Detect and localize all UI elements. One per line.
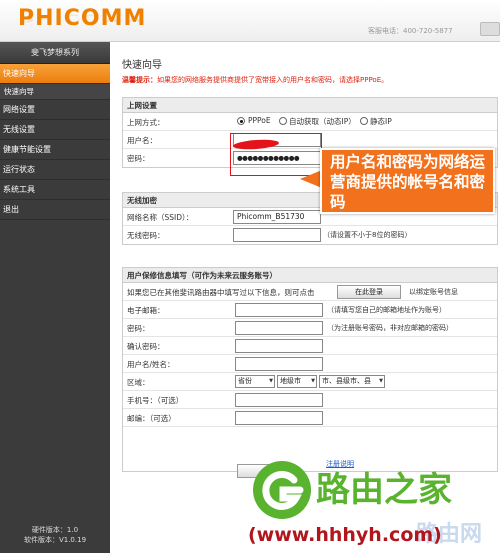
callout-pointer: [300, 170, 322, 188]
sidebar-item-logout[interactable]: 退出: [0, 200, 110, 220]
callout-text: 用户名和密码为网络运营商提供的帐号名和密码: [330, 153, 486, 211]
tip-text: 如果您的网络服务提供商提供了宽带接入的用户名和密码，请选择PPPoE。: [157, 76, 389, 84]
dhcp-label: 自动获取（动态IP）: [289, 117, 356, 126]
cloud-password-input[interactable]: [235, 321, 323, 335]
email-row: 电子邮箱： （请填写您自己的邮箱地址作为账号）: [123, 301, 497, 319]
ssid-input[interactable]: Phicomm_B51730: [233, 210, 321, 224]
zip-input[interactable]: [235, 411, 323, 425]
login-hint-row: 如果您已在其他斐讯路由器中填写过以下信息，则可点击 在此登录 以绑定账号信息: [123, 283, 497, 301]
top-header: PHICOMM PHICOMM 客服电话：400-720-5877: [0, 0, 500, 42]
annotation-callout: 用户名和密码为网络运营商提供的帐号名和密码: [320, 148, 495, 214]
region-row: 区域： 省份 地级市 市、县级市、县: [123, 373, 497, 391]
help-button[interactable]: [480, 22, 500, 36]
tip-message: 温馨提示：如果您的网络服务提供商提供了宽带接入的用户名和密码，请选择PPPoE。: [122, 75, 388, 85]
region-label: 区域：: [127, 378, 150, 387]
sidebar-item-wireless[interactable]: 无线设置: [0, 120, 110, 140]
version-info: 硬件版本：1.0 软件版本：V1.0.19: [0, 525, 110, 545]
name-row: 用户名/姓名：: [123, 355, 497, 373]
confirm-password-input[interactable]: [235, 339, 323, 353]
phicomm-logo-reflection: PHICOMM: [18, 11, 147, 25]
internet-settings-heading: 上网设置: [123, 98, 497, 113]
email-input[interactable]: [235, 303, 323, 317]
cloud-password-label: 密码：: [127, 324, 150, 333]
software-version: 软件版本：V1.0.19: [23, 536, 87, 544]
login-intro: 如果您已在其他斐讯路由器中填写过以下信息，则可点击: [127, 288, 315, 297]
connection-mode-label: 上网方式：: [127, 118, 165, 127]
county-select[interactable]: 市、县级市、县: [319, 375, 385, 388]
phone-row: 手机号：（可选）: [123, 391, 497, 409]
dhcp-radio[interactable]: [279, 117, 287, 125]
province-select[interactable]: 省份: [235, 375, 275, 388]
hotline-text: 客服电话：400-720-5877: [368, 27, 453, 35]
sidebar-item-status[interactable]: 运行状态: [0, 160, 110, 180]
sidebar-item-eco[interactable]: 健康节能设置: [0, 140, 110, 160]
cloud-password-hint: （为注册账号密码，非对应邮箱的密码）: [327, 324, 453, 332]
tip-label: 温馨提示：: [122, 76, 157, 84]
wireless-key-input[interactable]: [233, 228, 321, 242]
wireless-key-hint: （请设置不小于8位的密码）: [323, 231, 412, 239]
phone-label: 手机号：（可选）: [127, 396, 184, 405]
watermark-brand: 路由之家: [316, 470, 452, 510]
name-input[interactable]: [235, 357, 323, 371]
login-here-button[interactable]: 在此登录: [337, 285, 401, 299]
phone-input[interactable]: [235, 393, 323, 407]
email-label: 电子邮箱：: [127, 306, 165, 315]
email-hint: （请填写您自己的邮箱地址作为账号）: [327, 306, 446, 314]
sidebar-title: 斐飞梦想系列: [0, 42, 110, 64]
wireless-key-label: 无线密码：: [127, 231, 165, 240]
username-label: 用户名：: [127, 136, 157, 145]
zip-row: 邮编：（可选）: [123, 409, 497, 427]
static-ip-label: 静态IP: [370, 117, 392, 126]
watermark-logo-icon: [253, 461, 311, 519]
sidebar-item-network[interactable]: 网络设置: [0, 100, 110, 120]
cloud-password-row: 密码： （为注册账号密码，非对应邮箱的密码）: [123, 319, 497, 337]
wireless-key-row: 无线密码： （请设置不小于8位的密码）: [123, 226, 497, 244]
name-label: 用户名/姓名：: [127, 360, 175, 369]
watermark-url: (www.hhhyh.com): [248, 524, 442, 546]
pppoe-radio[interactable]: [237, 117, 245, 125]
ssid-label: 网络名称（SSID）：: [127, 213, 194, 222]
page-title: 快速向导: [122, 60, 162, 71]
confirm-password-label: 确认密码：: [127, 342, 165, 351]
zip-label: 邮编：（可选）: [127, 414, 176, 423]
sidebar-subitem-quick-wizard[interactable]: 快速向导: [0, 84, 110, 100]
static-ip-radio[interactable]: [360, 117, 368, 125]
bind-hint: 以绑定账号信息: [409, 288, 458, 296]
password-label: 密码：: [127, 154, 150, 163]
connection-mode-row: 上网方式： PPPoE 自动获取（动态IP） 静态IP: [123, 113, 497, 131]
watermark: 路由之家 路由网 (www.hhhyh.com): [248, 458, 500, 553]
sidebar-item-quick-wizard[interactable]: 快速向导: [0, 64, 110, 84]
city-select[interactable]: 地级市: [277, 375, 317, 388]
sidebar: 斐飞梦想系列 快速向导 快速向导 网络设置 无线设置 健康节能设置 运行状态 系…: [0, 42, 110, 553]
warranty-heading: 用户保修信息填写（可作为未来云服务账号）: [123, 268, 497, 283]
sidebar-item-tools[interactable]: 系统工具: [0, 180, 110, 200]
warranty-section: 用户保修信息填写（可作为未来云服务账号） 如果您已在其他斐讯路由器中填写过以下信…: [122, 267, 498, 472]
pppoe-label: PPPoE: [248, 116, 271, 125]
confirm-password-row: 确认密码：: [123, 337, 497, 355]
hardware-version: 硬件版本：1.0: [31, 526, 79, 534]
